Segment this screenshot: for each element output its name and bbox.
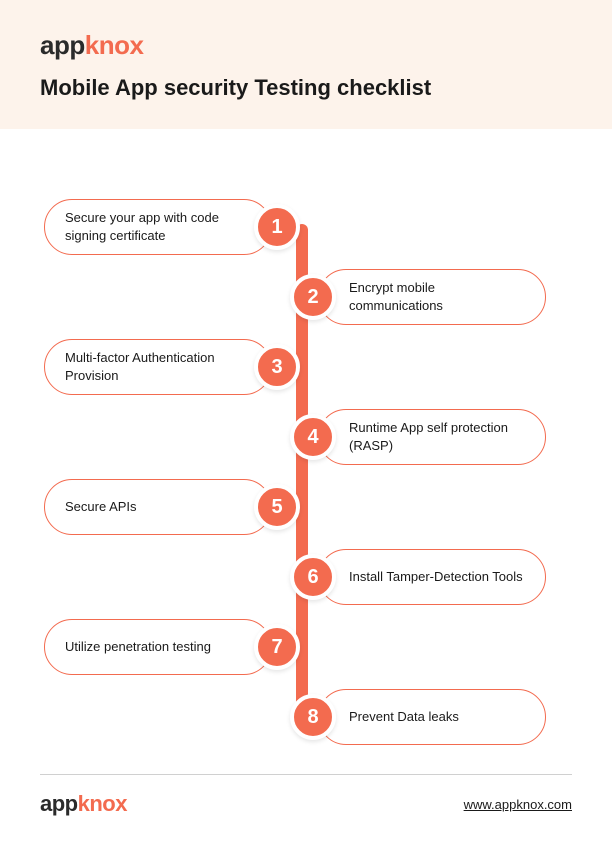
- checklist-item-7: Utilize penetration testing 7: [44, 619, 300, 675]
- step-number: 6: [307, 566, 318, 589]
- footer-logo-app: app: [40, 791, 78, 816]
- step-number-badge: 5: [254, 484, 300, 530]
- step-number: 2: [307, 286, 318, 309]
- step-number: 4: [307, 426, 318, 449]
- checklist-pill: Install Tamper-Detection Tools: [318, 549, 546, 605]
- checklist-pill: Secure APIs: [44, 479, 272, 535]
- step-number-badge: 2: [290, 274, 336, 320]
- checklist-label: Prevent Data leaks: [349, 708, 459, 726]
- checklist-item-6: 6 Install Tamper-Detection Tools: [290, 549, 546, 605]
- checklist-label: Multi-factor Authentication Provision: [65, 349, 241, 384]
- step-number: 1: [271, 216, 282, 239]
- footer-logo-knox: knox: [78, 791, 127, 816]
- checklist-pill: Prevent Data leaks: [318, 689, 546, 745]
- checklist-label: Install Tamper-Detection Tools: [349, 568, 523, 586]
- checklist-item-4: 4 Runtime App self protection (RASP): [290, 409, 546, 465]
- footer-url-link[interactable]: www.appknox.com: [464, 797, 572, 812]
- checklist-pill: Encrypt mobile communications: [318, 269, 546, 325]
- step-number: 3: [271, 356, 282, 379]
- checklist-item-5: Secure APIs 5: [44, 479, 300, 535]
- page-title: Mobile App security Testing checklist: [40, 75, 572, 101]
- checklist-pill: Utilize penetration testing: [44, 619, 272, 675]
- checklist-item-1: Secure your app with code signing certif…: [44, 199, 300, 255]
- checklist-label: Encrypt mobile communications: [349, 279, 525, 314]
- step-number-badge: 4: [290, 414, 336, 460]
- step-number-badge: 7: [254, 624, 300, 670]
- footer-logo: appknox: [40, 791, 127, 817]
- checklist-label: Secure APIs: [65, 498, 137, 516]
- logo-part-app: app: [40, 30, 85, 60]
- checklist-item-2: 2 Encrypt mobile communications: [290, 269, 546, 325]
- logo-part-knox: knox: [85, 30, 144, 60]
- checklist-label: Runtime App self protection (RASP): [349, 419, 525, 454]
- step-number-badge: 3: [254, 344, 300, 390]
- step-number-badge: 8: [290, 694, 336, 740]
- step-number-badge: 1: [254, 204, 300, 250]
- checklist-item-8: 8 Prevent Data leaks: [290, 689, 546, 745]
- step-number: 7: [271, 636, 282, 659]
- checklist-pill: Runtime App self protection (RASP): [318, 409, 546, 465]
- brand-logo: appknox: [40, 30, 572, 61]
- header: appknox Mobile App security Testing chec…: [0, 0, 612, 129]
- checklist-pill: Multi-factor Authentication Provision: [44, 339, 272, 395]
- step-number: 5: [271, 496, 282, 519]
- checklist-item-3: Multi-factor Authentication Provision 3: [44, 339, 300, 395]
- checklist-label: Utilize penetration testing: [65, 638, 211, 656]
- step-number: 8: [307, 706, 318, 729]
- step-number-badge: 6: [290, 554, 336, 600]
- footer: appknox www.appknox.com: [40, 774, 572, 817]
- checklist-container: Secure your app with code signing certif…: [0, 129, 612, 749]
- checklist-pill: Secure your app with code signing certif…: [44, 199, 272, 255]
- checklist-label: Secure your app with code signing certif…: [65, 209, 241, 244]
